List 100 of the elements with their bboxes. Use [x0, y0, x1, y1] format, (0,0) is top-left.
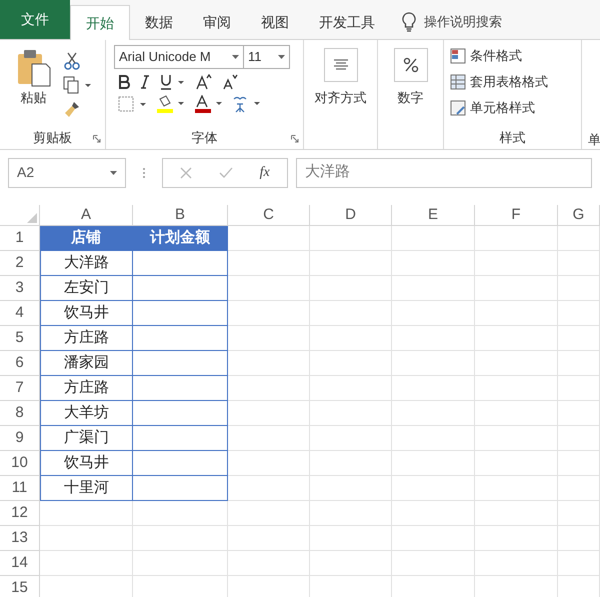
grid-cell[interactable] [475, 301, 558, 326]
grid-cell[interactable] [475, 551, 558, 576]
font-name-dropdown[interactable]: Arial Unicode M [114, 45, 244, 69]
row-header[interactable]: 2 [0, 251, 40, 276]
grid-cell[interactable] [558, 501, 600, 526]
grid-cell[interactable] [228, 476, 310, 501]
grid-cell[interactable] [558, 551, 600, 576]
grid-cell[interactable] [310, 376, 392, 401]
column-header[interactable]: G [558, 205, 600, 226]
table-cell[interactable]: 广渠门 [40, 426, 133, 451]
grid-cell[interactable] [228, 301, 310, 326]
grid-cell[interactable] [475, 226, 558, 251]
column-header[interactable]: C [228, 205, 310, 226]
grid-cell[interactable] [310, 251, 392, 276]
grid-cell[interactable] [558, 251, 600, 276]
row-header[interactable]: 13 [0, 526, 40, 551]
select-all-icon[interactable] [27, 213, 37, 223]
grid-cell[interactable] [392, 376, 475, 401]
grid-cell[interactable] [558, 476, 600, 501]
ribbon-tab[interactable]: 开始 [70, 5, 130, 40]
cancel-icon[interactable] [180, 166, 192, 178]
table-cell[interactable] [133, 376, 228, 401]
decrease-font-icon[interactable] [222, 74, 238, 90]
grid-cell[interactable] [558, 351, 600, 376]
grid-cell[interactable] [475, 251, 558, 276]
name-box[interactable]: A2 [8, 158, 126, 188]
grid-cell[interactable] [310, 551, 392, 576]
table-cell[interactable] [133, 451, 228, 476]
font-color-icon[interactable] [194, 95, 224, 113]
increase-font-icon[interactable] [196, 74, 212, 90]
ribbon-menu-button[interactable]: 单元格样式 [450, 98, 575, 118]
grid-cell[interactable] [228, 501, 310, 526]
grid-cell[interactable] [310, 451, 392, 476]
copy-icon[interactable] [63, 76, 93, 94]
table-cell[interactable]: 十里河 [40, 476, 133, 501]
grid-cell[interactable] [133, 526, 228, 551]
fill-color-icon[interactable] [156, 95, 186, 113]
phonetic-guide-icon[interactable] [232, 95, 262, 113]
row-header[interactable]: 3 [0, 276, 40, 301]
grid-cell[interactable] [310, 226, 392, 251]
row-header[interactable]: 11 [0, 476, 40, 501]
grid-cell[interactable] [392, 226, 475, 251]
table-header-cell[interactable]: 店铺 [40, 226, 133, 251]
table-cell[interactable]: 潘家园 [40, 351, 133, 376]
grid-cell[interactable] [392, 426, 475, 451]
grid-cell[interactable] [475, 276, 558, 301]
ribbon-tab[interactable]: 审阅 [188, 5, 246, 39]
row-header[interactable]: 14 [0, 551, 40, 576]
column-header[interactable]: E [392, 205, 475, 226]
table-cell[interactable] [133, 401, 228, 426]
grid-cell[interactable] [475, 426, 558, 451]
grid-cell[interactable] [475, 351, 558, 376]
grid-cell[interactable] [40, 551, 133, 576]
formula-input[interactable]: 大洋路 [296, 158, 592, 188]
grid-cell[interactable] [310, 501, 392, 526]
table-cell[interactable] [133, 351, 228, 376]
grid-cell[interactable] [475, 476, 558, 501]
ribbon-tab[interactable]: 开发工具 [304, 5, 390, 39]
grid-cell[interactable] [558, 426, 600, 451]
ribbon-tab[interactable]: 数据 [130, 5, 188, 39]
grid-cell[interactable] [228, 251, 310, 276]
table-header-cell[interactable]: 计划金额 [133, 226, 228, 251]
grid-cell[interactable] [133, 551, 228, 576]
grid-cell[interactable] [392, 451, 475, 476]
grid-cell[interactable] [475, 326, 558, 351]
grid-cell[interactable] [40, 526, 133, 551]
table-cell[interactable] [133, 276, 228, 301]
grid-cell[interactable] [310, 476, 392, 501]
grid-cell[interactable] [228, 351, 310, 376]
grid-cell[interactable] [228, 326, 310, 351]
insert-function-button[interactable]: fx [260, 162, 270, 183]
grid-cell[interactable] [228, 401, 310, 426]
paste-button[interactable]: 粘贴 [12, 48, 55, 127]
table-cell[interactable]: 饮马井 [40, 301, 133, 326]
italic-icon[interactable] [140, 75, 150, 89]
grid-cell[interactable] [228, 226, 310, 251]
table-cell[interactable]: 方庄路 [40, 326, 133, 351]
grid-cell[interactable] [392, 326, 475, 351]
grid-cell[interactable] [392, 251, 475, 276]
table-cell[interactable]: 方庄路 [40, 376, 133, 401]
grid-cell[interactable] [475, 451, 558, 476]
grid-cell[interactable] [228, 451, 310, 476]
paintbrush-icon[interactable] [63, 100, 81, 118]
grid-cell[interactable] [133, 501, 228, 526]
scissors-icon[interactable] [63, 52, 81, 70]
grid-cell[interactable] [392, 276, 475, 301]
grid-cell[interactable] [310, 326, 392, 351]
dialog-launcher-icon[interactable] [93, 135, 101, 143]
ribbon-tab[interactable]: 视图 [246, 5, 304, 39]
table-cell[interactable]: 大羊坊 [40, 401, 133, 426]
bold-icon[interactable] [118, 75, 130, 89]
grid-cell[interactable] [475, 501, 558, 526]
table-cell[interactable]: 左安门 [40, 276, 133, 301]
grid-cell[interactable] [558, 276, 600, 301]
grid-cell[interactable] [310, 351, 392, 376]
grid-cell[interactable] [558, 226, 600, 251]
row-header[interactable]: 6 [0, 351, 40, 376]
grid-cell[interactable] [310, 401, 392, 426]
grid-cell[interactable] [310, 426, 392, 451]
grid-cell[interactable] [392, 501, 475, 526]
